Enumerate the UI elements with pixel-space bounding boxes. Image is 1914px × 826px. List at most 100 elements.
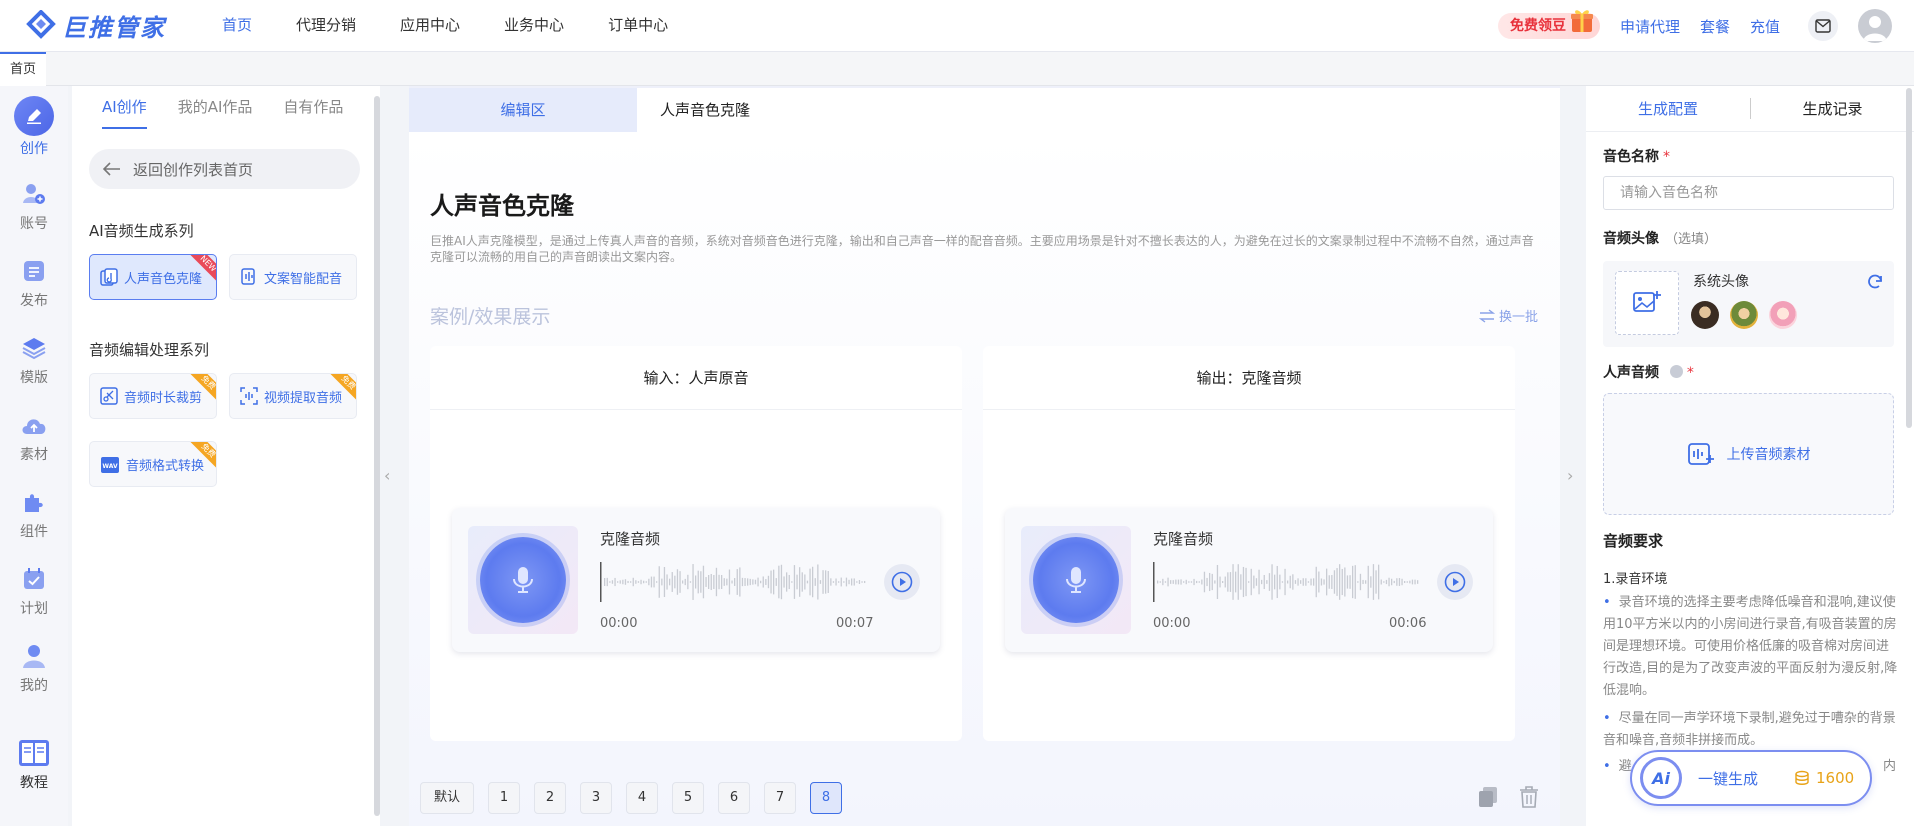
wave-bar xyxy=(1279,574,1281,590)
wave-bar xyxy=(648,578,650,586)
recharge-link[interactable]: 充值 xyxy=(1750,16,1780,37)
playhead xyxy=(600,562,602,602)
wave-bar xyxy=(1401,578,1403,586)
sidebar-label-template: 模版 xyxy=(20,370,48,386)
sidebar-item-material[interactable]: 素材 xyxy=(0,408,68,464)
wave-bar xyxy=(760,580,762,584)
tool-audio-trim-label: 音频时长裁剪 xyxy=(124,390,203,406)
wave-bar xyxy=(819,580,822,584)
system-avatar-option[interactable] xyxy=(1691,301,1719,329)
sidebar-item-component[interactable]: 组件 xyxy=(0,485,68,541)
pager-item[interactable]: 2 xyxy=(534,782,566,814)
book-icon xyxy=(17,736,51,770)
tab-my-ai-works[interactable]: 我的AI作品 xyxy=(178,96,253,129)
apply-agent-link[interactable]: 申请代理 xyxy=(1620,16,1680,37)
tool-audio-trim[interactable]: 音频时长裁剪 免费 xyxy=(89,373,217,419)
tab-edit-area[interactable]: 编辑区 xyxy=(409,88,637,138)
pager-item[interactable]: 5 xyxy=(672,782,704,814)
required-mark: * xyxy=(1663,149,1670,165)
collapse-left-arrow[interactable]: ‹ xyxy=(384,466,390,485)
panel-scrollbar[interactable] xyxy=(374,96,380,816)
upload-audio-dropzone[interactable]: 上传音频素材 xyxy=(1603,393,1894,515)
wave-bar xyxy=(752,579,754,585)
tab-voice-clone[interactable]: 人声音色克隆 xyxy=(637,88,750,132)
nav-home[interactable]: 首页 xyxy=(200,0,274,52)
config-scrollbar[interactable] xyxy=(1906,88,1912,428)
required-mark: * xyxy=(1686,365,1694,381)
pager-item[interactable]: 3 xyxy=(580,782,612,814)
wave-bar xyxy=(775,578,777,586)
pager-default[interactable]: 默认 xyxy=(420,782,474,814)
nav-order-center[interactable]: 订单中心 xyxy=(586,0,690,52)
layers-icon xyxy=(17,331,51,365)
wave-bar xyxy=(637,581,640,583)
tab-own-works[interactable]: 自有作品 xyxy=(283,96,343,129)
wave-bar xyxy=(1193,578,1195,586)
wave-bar xyxy=(1318,571,1320,593)
wave-bar xyxy=(718,574,720,590)
user-avatar[interactable] xyxy=(1858,9,1892,43)
tool-audio-format-convert[interactable]: WAV 音频格式转换 免费 xyxy=(89,441,217,487)
sidebar-item-create[interactable]: 创作 xyxy=(0,96,68,158)
tool-voice-clone[interactable]: 人声音色克隆 NEW xyxy=(89,254,217,300)
wave-bar xyxy=(645,581,647,583)
pager-item[interactable]: 6 xyxy=(718,782,750,814)
generate-button[interactable]: Ai 一键生成 1600 xyxy=(1630,750,1872,806)
audio-waveform[interactable] xyxy=(1153,560,1423,604)
sidebar-item-tutorial[interactable]: 教程 xyxy=(0,736,68,792)
sidebar-item-template[interactable]: 模版 xyxy=(0,331,68,387)
collapse-right-arrow[interactable]: › xyxy=(1567,466,1573,485)
pager-item[interactable]: 1 xyxy=(488,782,520,814)
wave-bar xyxy=(1268,573,1271,591)
nav-app-center[interactable]: 应用中心 xyxy=(378,0,482,52)
requirement-item: 录音环境的选择主要考虑降低噪音和混响,建议使用10平方米以内的小房间进行录音,有… xyxy=(1603,592,1899,702)
pager-item-active[interactable]: 8 xyxy=(810,782,842,814)
wave-bar xyxy=(1289,575,1291,589)
logo-mark-icon xyxy=(26,10,56,39)
trash-icon[interactable] xyxy=(1519,786,1539,808)
sidebar-item-publish[interactable]: 发布 xyxy=(0,254,68,310)
template-pager: 默认 1 2 3 4 5 6 7 8 xyxy=(420,782,856,814)
pager-item[interactable]: 4 xyxy=(626,782,658,814)
tab-generate-history[interactable]: 生成记录 xyxy=(1750,98,1914,119)
voice-name-input[interactable]: 请输入音色名称 xyxy=(1603,176,1894,210)
sidebar-label-plan: 计划 xyxy=(20,601,48,617)
sidebar-item-account[interactable]: 账号 xyxy=(0,177,68,233)
play-button[interactable] xyxy=(884,564,920,600)
nav-agent-distribution[interactable]: 代理分销 xyxy=(274,0,378,52)
brand-logo[interactable]: 巨推管家 xyxy=(26,9,166,42)
play-button[interactable] xyxy=(1437,564,1473,600)
requirements-title: 音频要求 xyxy=(1603,532,1664,550)
sidebar-label-component: 组件 xyxy=(20,524,48,540)
system-avatar-option[interactable] xyxy=(1769,301,1797,329)
pager-item[interactable]: 7 xyxy=(764,782,796,814)
package-link[interactable]: 套餐 xyxy=(1700,16,1730,37)
info-icon[interactable] xyxy=(1669,365,1683,378)
tab-generate-config[interactable]: 生成配置 xyxy=(1586,98,1750,119)
wave-bar xyxy=(1393,580,1395,584)
back-to-list-button[interactable]: 返回创作列表首页 xyxy=(89,149,360,189)
free-beans-button[interactable]: 免费领豆 xyxy=(1497,10,1600,39)
editor-tabs: 编辑区 人声音色克隆 xyxy=(409,88,1560,138)
wave-bar xyxy=(1211,573,1213,591)
copy-icon[interactable] xyxy=(1478,786,1498,808)
upload-avatar-button[interactable] xyxy=(1615,271,1679,335)
sidebar-item-plan[interactable]: 计划 xyxy=(0,562,68,618)
wave-bar xyxy=(817,564,819,600)
audio-waveform[interactable] xyxy=(600,560,870,604)
page-tab-home[interactable]: 首页 xyxy=(0,52,46,86)
mail-button[interactable] xyxy=(1808,11,1838,41)
sidebar-item-mine[interactable]: 我的 xyxy=(0,639,68,695)
system-avatar-option[interactable] xyxy=(1730,301,1758,329)
wave-bar xyxy=(676,569,679,595)
tab-ai-create[interactable]: AI创作 xyxy=(102,96,147,129)
avatar-selector: 系统头像 xyxy=(1603,261,1894,347)
nav-business-center[interactable]: 业务中心 xyxy=(482,0,586,52)
swap-batch-button[interactable]: 换一批 xyxy=(1478,306,1538,325)
tool-video-extract-audio[interactable]: 视频提取音频 免费 xyxy=(229,373,357,419)
wave-bar xyxy=(791,581,793,583)
wave-bar xyxy=(624,579,627,585)
tool-text-dubbing[interactable]: 文案智能配音 xyxy=(229,254,357,300)
refresh-icon[interactable] xyxy=(1866,273,1884,291)
brand-name: 巨推管家 xyxy=(62,13,166,42)
